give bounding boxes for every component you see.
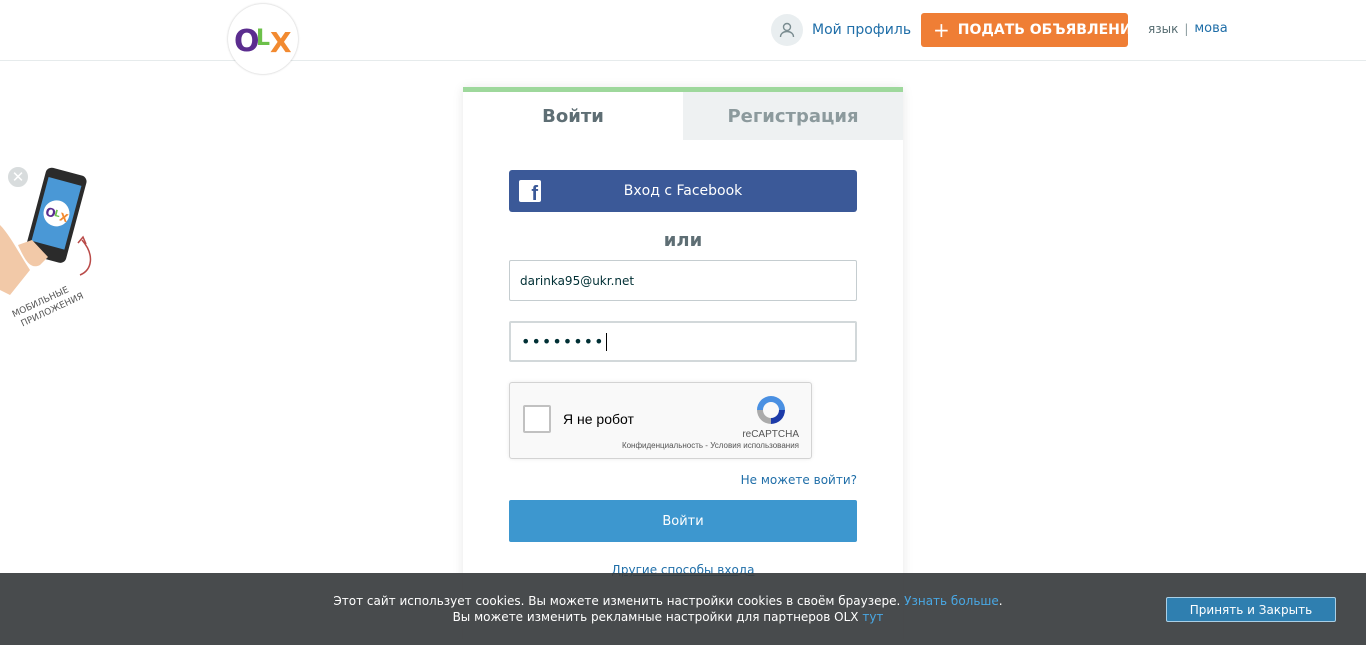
email-value: darinka95@ukr.net	[520, 273, 635, 288]
recaptcha-checkbox[interactable]	[523, 405, 551, 433]
my-profile-label: Мой профиль	[812, 22, 912, 38]
language-switcher: язык | мова	[1148, 21, 1228, 36]
lang-current: язык	[1148, 21, 1179, 36]
login-submit-button[interactable]: Войти	[509, 500, 857, 542]
password-field[interactable]: ••••••••	[509, 321, 857, 362]
cookie-banner: Этот сайт использует cookies. Вы можете …	[0, 573, 1366, 645]
facebook-login-button[interactable]: f Вход с Facebook	[509, 170, 857, 212]
email-field[interactable]: darinka95@ukr.net	[509, 260, 857, 301]
recaptcha-brand: reCAPTCHA	[742, 429, 799, 440]
lang-separator: |	[1184, 21, 1189, 36]
olx-logo-icon: O L X	[234, 24, 292, 59]
olx-logo[interactable]: O L X	[228, 4, 298, 74]
recaptcha-privacy-terms[interactable]: Конфиденциальность - Условия использован…	[622, 441, 799, 450]
password-value: ••••••••	[521, 332, 605, 351]
my-profile-link[interactable]: Мой профиль	[771, 14, 911, 46]
recaptcha-widget: Я не робот reCAPTCHA Конфиденциальность …	[509, 382, 812, 459]
learn-more-link[interactable]: Узнать больше	[904, 594, 999, 608]
post-ad-button[interactable]: + ПОДАТЬ ОБЪЯВЛЕНИЕ	[921, 13, 1141, 47]
phone-in-hand-icon: O L X МОБИЛЬНЫЕ ПРИЛОЖЕНИЯ	[0, 167, 92, 329]
recaptcha-logo-icon	[757, 396, 785, 424]
svg-text:X: X	[270, 26, 292, 59]
mobile-apps-promo[interactable]: O L X МОБИЛЬНЫЕ ПРИЛОЖЕНИЯ ✕	[0, 165, 110, 340]
auth-card: Войти Регистрация f Вход с Facebook или …	[463, 87, 903, 645]
auth-tabs: Войти Регистрация	[463, 92, 903, 140]
cookie-line1-end: .	[998, 594, 1003, 608]
facebook-login-label: Вход с Facebook	[623, 183, 743, 199]
svg-text:L: L	[256, 26, 270, 51]
lang-alt-link[interactable]: мова	[1194, 21, 1227, 36]
cookie-line1: Этот сайт использует cookies. Вы можете …	[333, 594, 901, 608]
recaptcha-label: Я не робот	[563, 411, 634, 427]
facebook-icon: f	[519, 180, 541, 204]
promo-close-icon[interactable]: ✕	[6, 165, 30, 189]
or-divider: или	[663, 230, 703, 251]
accept-cookies-button[interactable]: Принять и Закрыть	[1166, 597, 1336, 622]
user-avatar-icon	[771, 14, 803, 46]
tab-login[interactable]: Войти	[463, 92, 683, 140]
tab-register[interactable]: Регистрация	[683, 92, 903, 140]
text-caret	[605, 332, 607, 351]
cookie-text: Этот сайт использует cookies. Вы можете …	[0, 593, 1336, 625]
cant-login-link[interactable]: Не можете войти?	[741, 473, 857, 487]
ad-settings-link[interactable]: тут	[862, 610, 883, 624]
post-ad-label: ПОДАТЬ ОБЪЯВЛЕНИЕ	[957, 22, 1142, 38]
cookie-line2: Вы можете изменить рекламные настройки д…	[452, 610, 859, 624]
site-header: O L X Мой профиль + ПОДАТЬ ОБЪЯВЛЕНИЕ яз…	[0, 0, 1366, 74]
plus-icon: +	[933, 18, 950, 42]
